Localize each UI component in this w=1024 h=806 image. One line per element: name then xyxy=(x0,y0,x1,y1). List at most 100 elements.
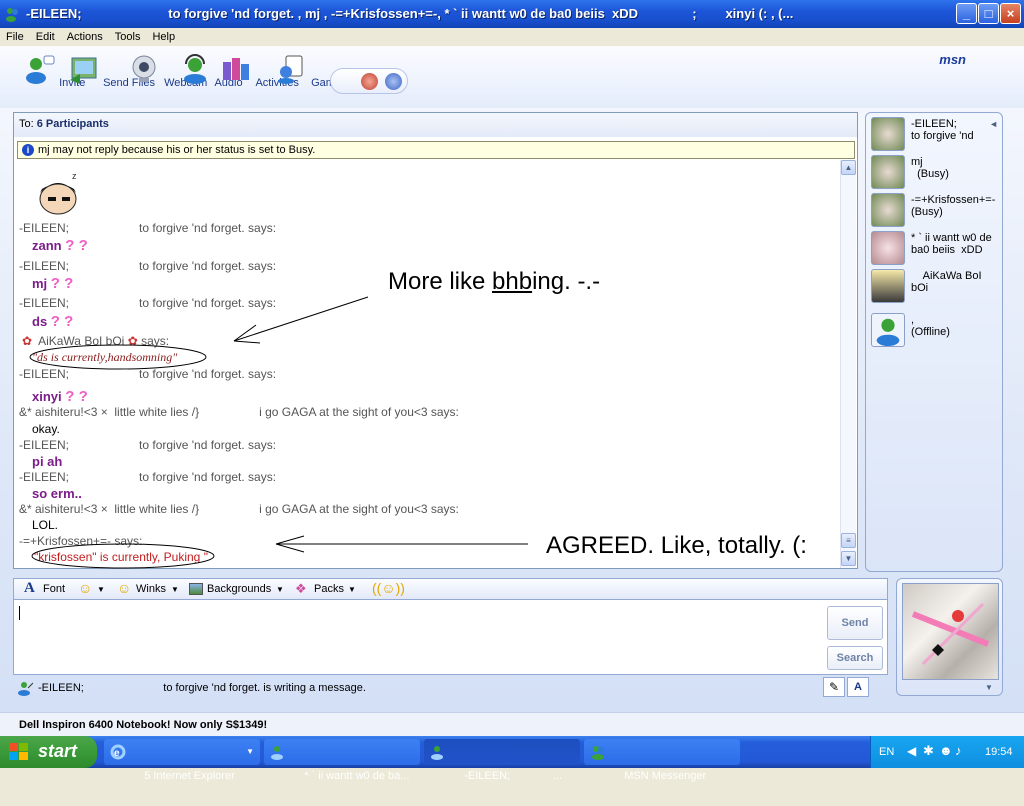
message-sender: -EILEEN; to forgive 'nd forget. says: xyxy=(19,221,277,235)
tray-msn-icon[interactable]: ☻ xyxy=(939,743,953,758)
search-button[interactable]: Search xyxy=(827,646,883,670)
ie-icon: e xyxy=(110,744,126,760)
packs-button[interactable]: Packs xyxy=(314,583,344,595)
annotation-arrow xyxy=(233,296,369,344)
chevron-down-icon: ▼ xyxy=(246,747,254,756)
type-mode-icon[interactable]: A xyxy=(847,677,869,697)
change-display-icon[interactable] xyxy=(385,73,402,90)
chevron-down-icon[interactable]: ▼ xyxy=(276,585,284,594)
participant-name: , (Offline) xyxy=(911,314,950,338)
chevron-down-icon[interactable]: ▼ xyxy=(97,585,105,594)
close-button[interactable]: × xyxy=(1000,3,1021,24)
sleepy-emoticon: z xyxy=(39,171,77,215)
participant-item[interactable]: mj (Busy) xyxy=(871,155,1001,191)
tray-arrow-icon[interactable]: ◀ xyxy=(907,744,916,758)
audio-icon xyxy=(184,54,206,84)
nudge-icon[interactable]: ((☺)) xyxy=(372,580,405,596)
message-text: pi ah xyxy=(32,454,63,469)
maximize-button[interactable]: □ xyxy=(978,3,999,24)
task-label: MSN Messenger xyxy=(624,770,707,782)
question-emoticon: ? ? xyxy=(65,237,88,254)
title-bar[interactable]: -EILEEN; to forgive 'nd forget. , mj , -… xyxy=(0,0,1024,28)
task-internet-explorer[interactable]: e 5 Internet Explorer ▼ xyxy=(104,739,260,782)
scroll-thumb[interactable]: ≡ xyxy=(841,533,856,548)
task-chat-2[interactable]: -EILEEN; ... xyxy=(424,739,580,782)
message-body: zann xyxy=(32,238,62,253)
my-display-picture[interactable] xyxy=(902,583,999,680)
menu-actions[interactable]: Actions xyxy=(61,28,109,45)
participant-item[interactable]: AiKaWa BoI bOi xyxy=(871,269,1001,305)
avatar xyxy=(871,231,905,265)
info-icon: i xyxy=(22,144,34,156)
invite-icon xyxy=(26,55,55,84)
tray-volume-icon[interactable]: ♪ xyxy=(955,743,962,758)
chevron-down-icon[interactable]: ▼ xyxy=(348,585,356,594)
chevron-down-icon[interactable]: ▼ xyxy=(171,585,179,594)
annotation-arrow xyxy=(275,535,528,553)
message-body: ds xyxy=(32,314,48,329)
participant-item[interactable]: , (Offline) xyxy=(871,313,1001,349)
task-msn-messenger[interactable]: MSN Messenger xyxy=(584,739,740,782)
message-sender: -EILEEN; to forgive 'nd forget. says: xyxy=(19,470,277,484)
message-body: mj xyxy=(32,276,48,291)
participant-name: -EILEEN; to forgive 'nd xyxy=(911,118,974,142)
webcam-icon xyxy=(132,55,156,82)
question-emoticon: ? ? xyxy=(50,313,74,330)
notice-text: mj may not reply because his or her stat… xyxy=(38,144,316,156)
participant-item[interactable]: -EILEEN; to forgive 'nd xyxy=(871,117,1001,153)
participants-count[interactable]: 6 Participants xyxy=(37,118,109,130)
start-button[interactable]: start xyxy=(0,736,97,768)
font-button[interactable]: Font xyxy=(43,583,65,595)
participant-item[interactable]: -=+Krisfossen+=- (Busy) xyxy=(871,193,1001,229)
ad-text[interactable]: Dell Inspiron 6400 Notebook! Now only S$… xyxy=(19,719,267,731)
annotation-underlined: bhb xyxy=(492,268,533,295)
participant-name: mj (Busy) xyxy=(911,156,949,180)
block-invite-controls xyxy=(330,68,408,94)
send-files-icon xyxy=(70,57,97,84)
history-scrollbar[interactable]: ▲ ≡ ▼ xyxy=(840,160,856,568)
conversation-history: To: 6 Participants i mj may not reply be… xyxy=(13,112,858,569)
scroll-up-button[interactable]: ▲ xyxy=(841,160,856,175)
participant-item[interactable]: * ` ii wantt w0 de ba0 beiis xDD xyxy=(871,231,1001,267)
start-label: start xyxy=(38,741,78,761)
question-emoticon: ? ? xyxy=(50,275,74,292)
participant-name: * ` ii wantt w0 de ba0 beiis xDD xyxy=(911,232,992,256)
task-chat-1[interactable]: * ` ii wantt w0 de ba... xyxy=(264,739,420,782)
backgrounds-icon xyxy=(189,583,203,595)
chevron-down-icon[interactable]: ▼ xyxy=(985,683,993,692)
my-display-picture-panel: ▼ xyxy=(896,578,1003,696)
language-indicator[interactable]: EN xyxy=(879,746,894,758)
message-sender: &* aishiteru!<3 × little white lies /} i… xyxy=(19,405,459,419)
participant-name: AiKaWa BoI bOi xyxy=(911,270,982,294)
drawn-circle xyxy=(31,543,215,569)
minimize-button[interactable]: _ xyxy=(956,3,977,24)
menu-file[interactable]: File xyxy=(0,28,30,45)
block-icon[interactable] xyxy=(361,73,378,90)
avatar xyxy=(871,155,905,189)
menu-help[interactable]: Help xyxy=(146,28,181,45)
ad-banner[interactable]: Dell Inspiron 6400 Notebook! Now only S$… xyxy=(0,712,1024,736)
menu-edit[interactable]: Edit xyxy=(30,28,61,45)
msn-icon xyxy=(592,746,604,760)
annotation-text: AGREED. Like, totally. (: xyxy=(546,532,807,559)
message-text: xinyi ? ? xyxy=(32,388,88,405)
collapse-arrow-icon[interactable]: ◄ xyxy=(989,119,998,129)
message-sender: -EILEEN; to forgive 'nd forget. says: xyxy=(19,259,277,273)
message-sender: -EILEEN; to forgive 'nd forget. says: xyxy=(19,367,277,381)
backgrounds-button[interactable]: Backgrounds xyxy=(207,583,271,595)
message-text: LOL. xyxy=(32,518,59,532)
tray-network-icon[interactable]: ✱ xyxy=(923,743,934,759)
send-button[interactable]: Send xyxy=(827,606,883,640)
handwriting-icon[interactable]: ✎ xyxy=(823,677,845,697)
avatar xyxy=(871,117,905,151)
scroll-down-button[interactable]: ▼ xyxy=(841,551,856,566)
message-input[interactable] xyxy=(13,600,888,675)
format-bar: A Font ☺ ▼ ☺ Winks ▼ Backgrounds ▼ ❖ Pac… xyxy=(13,578,888,600)
winks-button[interactable]: Winks xyxy=(136,583,166,595)
message-text: zann ? ? xyxy=(32,237,88,254)
emoticon-icon[interactable]: ☺ xyxy=(78,580,92,596)
menu-tools[interactable]: Tools xyxy=(109,28,147,45)
avatar xyxy=(871,269,905,303)
to-label: To: xyxy=(19,118,34,130)
to-bar: To: 6 Participants xyxy=(14,113,857,137)
